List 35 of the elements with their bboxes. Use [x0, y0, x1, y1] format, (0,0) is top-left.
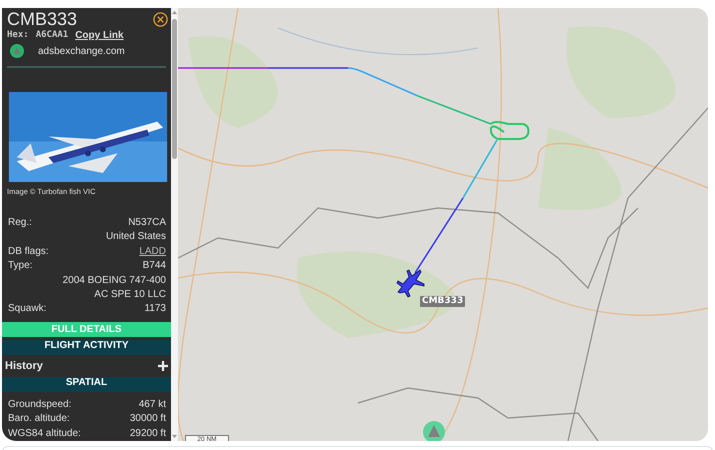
- field-value: 1173: [144, 302, 166, 316]
- close-icon[interactable]: [153, 12, 168, 27]
- history-toggle[interactable]: History: [5, 360, 43, 372]
- triangle-logo-icon: [10, 44, 24, 58]
- field-label: Squawk:: [8, 302, 46, 316]
- field-value: 30000 ft: [130, 412, 166, 426]
- field-label: Groundspeed:: [8, 398, 72, 412]
- copy-link[interactable]: Copy Link: [75, 29, 124, 42]
- field-label: DB flags:: [8, 244, 49, 259]
- field-value: 29200 ft: [130, 426, 166, 441]
- field-value: 2004 BOEING 747-400: [62, 274, 166, 288]
- field-value: United States: [106, 230, 166, 244]
- section-header: SPATIAL: [2, 376, 171, 392]
- field-value: AC SPE 10 LLC: [94, 288, 166, 302]
- down-arrow-icon[interactable]: [172, 434, 177, 439]
- section-header: FLIGHT ACTIVITY: [2, 340, 171, 355]
- callsign-label[interactable]: CMB333: [420, 296, 466, 307]
- callsign-title: CMB333: [7, 9, 78, 29]
- field-label: Type:: [8, 259, 32, 274]
- site-name: adsbexchange.com: [38, 46, 125, 56]
- field-value: 467 kt: [138, 398, 166, 412]
- plus-icon[interactable]: [158, 360, 168, 371]
- airplane-icon[interactable]: [395, 268, 425, 298]
- field-value: B744: [142, 259, 166, 274]
- flag-link[interactable]: LADD: [139, 244, 166, 260]
- hex-label: Hex:: [7, 29, 29, 42]
- scrollbar[interactable]: [171, 8, 178, 441]
- field-label: WGS84 altitude:: [8, 426, 81, 441]
- scrollbar-thumb[interactable]: [172, 19, 177, 159]
- field-value: N537CA: [128, 216, 166, 230]
- field-label: Reg.:: [8, 216, 32, 230]
- hex-code: A6CAA1: [36, 29, 68, 42]
- up-arrow-icon[interactable]: [172, 10, 177, 15]
- field-label: Baro. altitude:: [8, 412, 70, 426]
- triangle-logo-icon: [423, 421, 445, 441]
